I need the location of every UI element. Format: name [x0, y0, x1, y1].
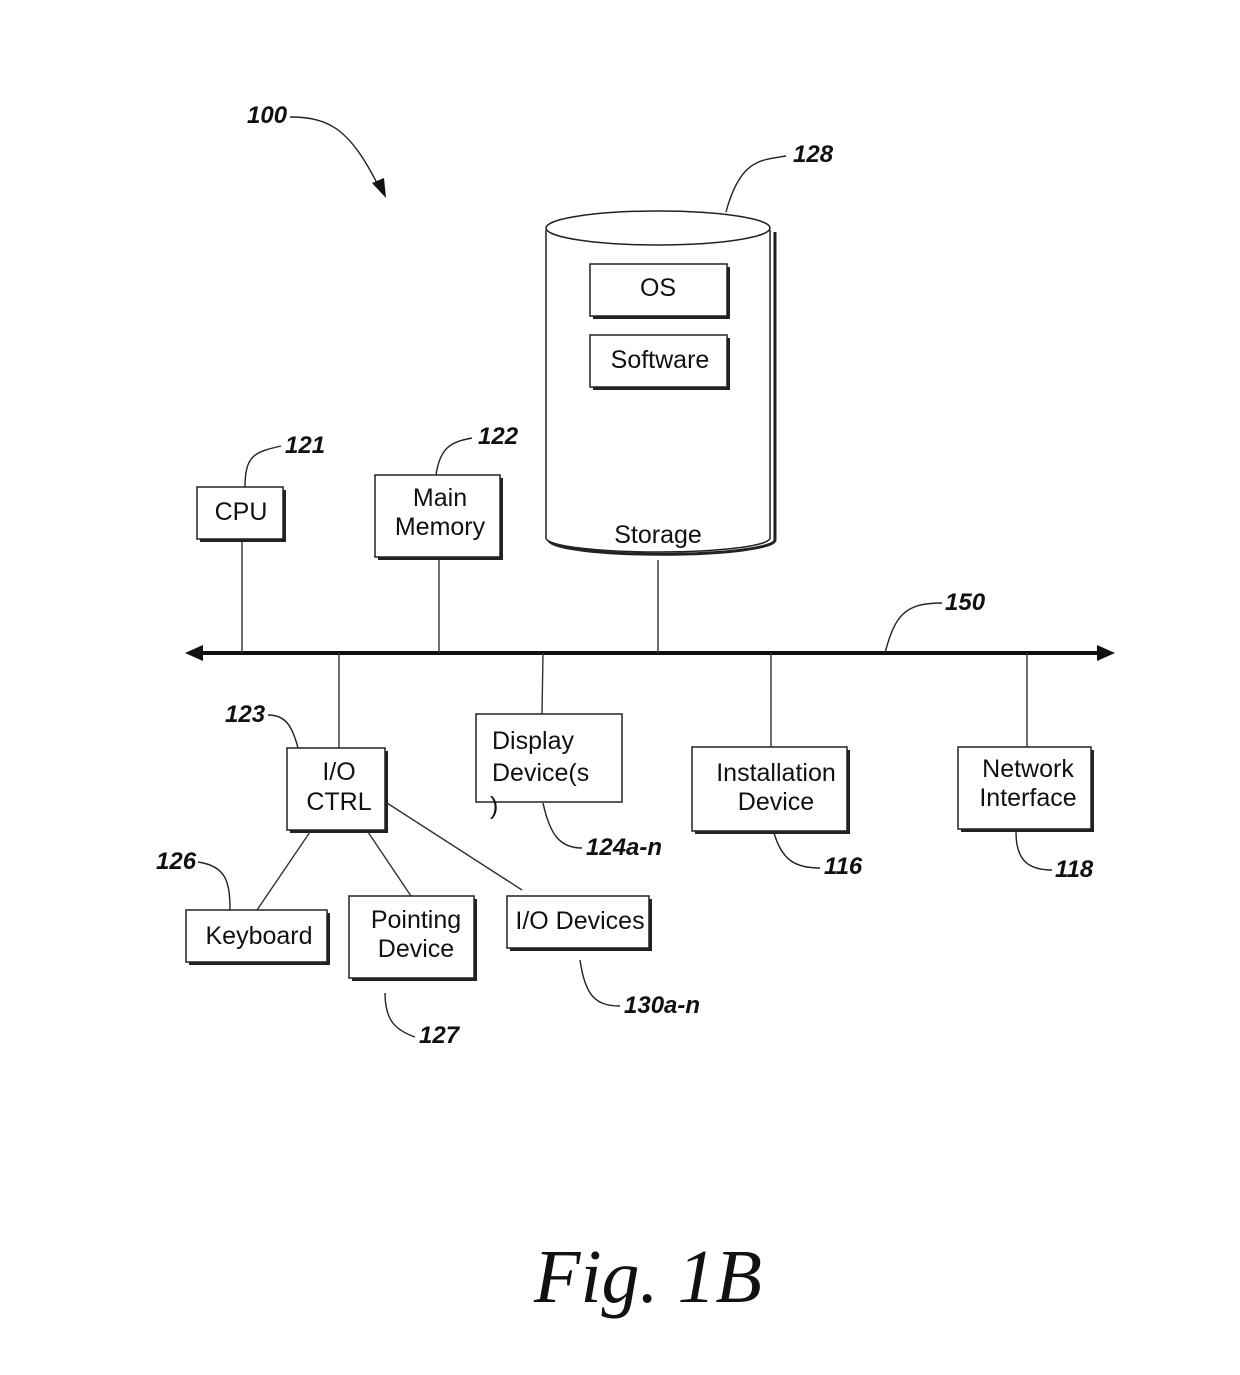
system-ref-label: 100 — [247, 102, 288, 129]
os-label: OS — [640, 274, 676, 302]
iodevices-ref-lead — [579, 959, 621, 1007]
bus-right-arrow-icon — [1097, 645, 1115, 661]
network-block: Network Interface — [957, 746, 1094, 832]
io-devices-block: I/O Devices — [506, 895, 652, 951]
iodevices-label: I/O Devices — [515, 907, 644, 935]
bus-ref-lead — [884, 602, 943, 654]
pointing-label-line2: Device — [378, 935, 454, 963]
cpu-ref: 121 — [285, 432, 325, 459]
ioctrl-ref: 123 — [225, 701, 266, 728]
network-ref-lead — [1015, 831, 1053, 871]
system-reference: 100 — [247, 102, 386, 198]
keyboard-link — [256, 831, 311, 911]
display-label-line2: Device(s — [492, 759, 589, 787]
display-ref: 124a-n — [586, 834, 662, 861]
bus-left-arrow-icon — [185, 645, 203, 661]
display-label-line1: Display — [492, 727, 574, 755]
installation-ref-lead — [773, 832, 821, 869]
storage-ref: 128 — [793, 141, 834, 168]
network-label-line2: Interface — [979, 784, 1076, 812]
memory-ref-lead — [435, 437, 473, 476]
diagram-canvas: 100 OS Software Storage 128 150 CPU 121 — [156, 102, 1115, 1319]
installation-block: Installation Device — [691, 746, 850, 834]
cpu-block: CPU — [196, 486, 286, 542]
display-block: Display Device(s ) — [475, 713, 623, 820]
figure-title: Fig. 1B — [533, 1235, 762, 1319]
arrowhead-icon — [372, 178, 386, 198]
display-connector — [541, 652, 544, 715]
bus-ref: 150 — [945, 589, 986, 616]
cpu-ref-lead — [244, 445, 282, 488]
keyboard-block: Keyboard — [185, 909, 330, 965]
pointing-ref-lead — [384, 992, 416, 1038]
memory-label-line1: Main — [413, 484, 467, 512]
ioctrl-label-line2: CTRL — [306, 788, 371, 816]
main-memory-block: Main Memory — [374, 474, 503, 560]
memory-ref: 122 — [478, 423, 519, 450]
pointing-link — [367, 831, 412, 897]
keyboard-ref: 126 — [156, 848, 197, 875]
installation-label-line2: Device — [738, 788, 814, 816]
cpu-label: CPU — [215, 498, 268, 526]
memory-label-line2: Memory — [395, 513, 486, 541]
system-ref-arrow — [289, 116, 379, 186]
storage-ref-lead — [725, 155, 787, 213]
pointing-ref: 127 — [419, 1022, 461, 1049]
network-ref: 118 — [1055, 856, 1094, 883]
display-label-line3: ) — [490, 792, 498, 820]
display-ref-lead — [542, 802, 583, 849]
pointing-block: Pointing Device — [348, 895, 477, 981]
installation-ref: 116 — [824, 853, 863, 880]
keyboard-ref-lead — [197, 861, 231, 911]
pointing-label-line1: Pointing — [371, 906, 461, 934]
ioctrl-ref-lead — [267, 714, 299, 749]
keyboard-label: Keyboard — [205, 922, 312, 950]
storage-label: Storage — [614, 521, 702, 549]
ioctrl-label-line1: I/O — [322, 758, 355, 786]
io-ctrl-block: I/O CTRL — [286, 747, 388, 833]
iodevices-ref: 130a-n — [624, 992, 700, 1019]
network-label-line1: Network — [982, 755, 1074, 783]
storage-cylinder: OS Software Storage — [545, 210, 777, 556]
software-label: Software — [611, 346, 710, 374]
installation-label-line1: Installation — [716, 759, 836, 787]
iodevices-link — [386, 802, 523, 891]
